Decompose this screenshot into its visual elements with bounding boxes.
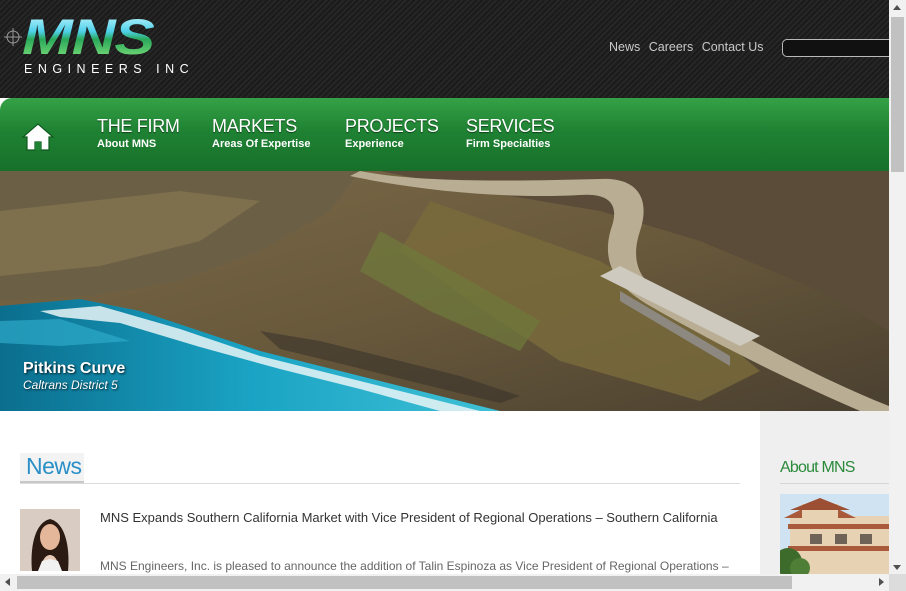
logo-link[interactable]: MNS ENGINEERS INC	[22, 9, 202, 80]
hero-caption-subtitle: Caltrans District 5	[23, 378, 118, 392]
nav-item-title: SERVICES	[466, 116, 555, 136]
scroll-up-icon[interactable]	[893, 5, 901, 10]
crosshair-icon	[4, 28, 22, 46]
sidebar: About MNS	[760, 411, 889, 574]
avatar[interactable]	[20, 509, 80, 571]
search-input[interactable]	[782, 39, 889, 57]
nav-item-subtitle: Firm Specialties	[466, 138, 551, 150]
nav-item-projects[interactable]: PROJECTS Experience	[345, 116, 439, 151]
divider	[20, 483, 740, 484]
nav-item-the-firm[interactable]: THE FIRM About MNS	[97, 116, 180, 151]
scrollbar-corner	[889, 574, 906, 591]
news-section: News MNS Expands Southern California Mar…	[0, 411, 760, 574]
top-links: News Careers Contact Us	[609, 40, 769, 54]
news-heading: News	[26, 453, 82, 479]
logo: MNS	[22, 9, 155, 65]
vertical-scroll-thumb[interactable]	[891, 17, 904, 172]
nav-item-title: MARKETS	[212, 116, 297, 136]
news-heading-box: News	[20, 453, 84, 483]
news-article-title[interactable]: MNS Expands Southern California Market w…	[100, 509, 740, 527]
news-article-excerpt: MNS Engineers, Inc. is pleased to announ…	[100, 559, 729, 573]
hero-image	[0, 171, 889, 411]
nav-item-services[interactable]: SERVICES Firm Specialties	[466, 116, 555, 151]
about-image[interactable]	[780, 494, 889, 574]
page: MNS ENGINEERS INC News Careers Contact U…	[0, 0, 889, 574]
main-nav: THE FIRM About MNS MARKETS Areas Of Expe…	[0, 98, 889, 171]
nav-item-markets[interactable]: MARKETS Areas Of Expertise	[212, 116, 310, 151]
nav-item-title: PROJECTS	[345, 116, 439, 136]
divider	[780, 483, 889, 484]
nav-item-subtitle: Experience	[345, 138, 404, 150]
logo-subtitle: ENGINEERS INC	[24, 62, 195, 76]
top-link-contact-us[interactable]: Contact Us	[702, 40, 764, 54]
scroll-left-icon[interactable]	[5, 578, 10, 586]
scroll-down-icon[interactable]	[893, 565, 901, 570]
site-header: MNS ENGINEERS INC News Careers Contact U…	[0, 0, 889, 98]
top-link-news[interactable]: News	[609, 40, 640, 54]
top-link-careers[interactable]: Careers	[649, 40, 693, 54]
nav-item-title: THE FIRM	[97, 116, 180, 136]
building-photo	[780, 494, 889, 574]
home-icon[interactable]	[21, 122, 55, 152]
hero-caption: Pitkins Curve Caltrans District 5	[23, 359, 125, 392]
hero-caption-title: Pitkins Curve	[23, 360, 126, 377]
person-photo	[20, 509, 80, 571]
scroll-right-icon[interactable]	[879, 578, 884, 586]
about-heading: About MNS	[780, 459, 855, 476]
hero-banner[interactable]: Pitkins Curve Caltrans District 5	[0, 171, 889, 411]
horizontal-scroll-thumb[interactable]	[17, 576, 792, 589]
nav-item-subtitle: About MNS	[97, 138, 157, 150]
nav-item-subtitle: Areas Of Expertise	[212, 138, 311, 150]
